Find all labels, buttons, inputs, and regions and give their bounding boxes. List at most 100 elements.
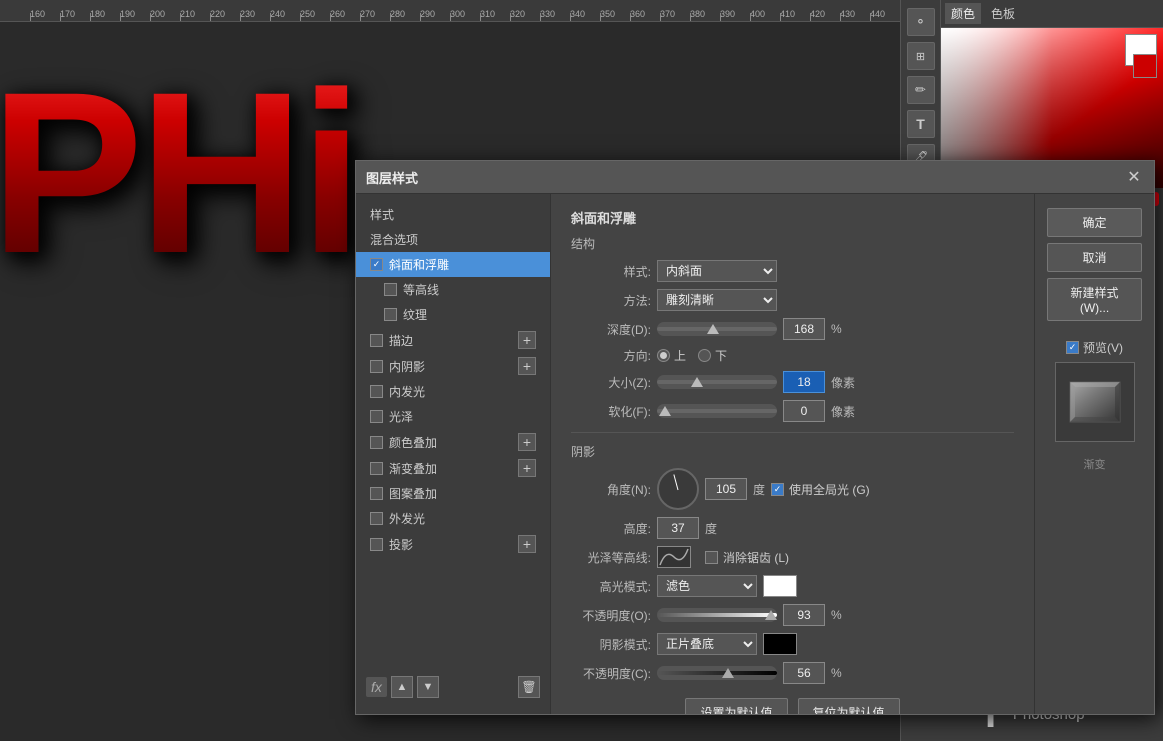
- gradient-overlay-plus-btn[interactable]: +: [518, 459, 536, 477]
- main-content: 斜面和浮雕 结构 样式: 内斜面 外斜面 浮雕效果 枕状浮雕 描边浮雕 方法: …: [551, 194, 1034, 714]
- texture-checkbox[interactable]: [384, 308, 397, 321]
- style-select[interactable]: 内斜面 外斜面 浮雕效果 枕状浮雕 描边浮雕: [657, 260, 777, 282]
- contour-checkbox[interactable]: [384, 283, 397, 296]
- new-style-button[interactable]: 新建样式(W)...: [1047, 278, 1142, 321]
- dialog-titlebar: 图层样式 ✕: [356, 161, 1154, 194]
- style-list-pattern-overlay[interactable]: 图案叠加: [356, 481, 550, 506]
- style-list-inner-glow[interactable]: 内发光: [356, 379, 550, 404]
- direction-radio-group: 上 下: [657, 347, 727, 364]
- highlight-opacity-input[interactable]: [783, 604, 825, 626]
- ruler-mark: 380: [690, 0, 720, 21]
- inner-shadow-plus-btn[interactable]: +: [518, 357, 536, 375]
- global-light-checkbox-item[interactable]: 使用全局光 (G): [771, 481, 870, 498]
- bevel-checkbox[interactable]: [370, 258, 383, 271]
- soften-input[interactable]: [783, 400, 825, 422]
- lasso-tool[interactable]: ⚬: [907, 8, 935, 36]
- style-list-drop-shadow[interactable]: 投影: [370, 536, 518, 553]
- style-list-texture[interactable]: 纹理: [356, 302, 550, 327]
- anti-alias-label: 消除锯齿 (L): [723, 549, 789, 566]
- depth-input[interactable]: [783, 318, 825, 340]
- crop-tool[interactable]: ⊞: [907, 42, 935, 70]
- gloss-contour-swatch[interactable]: [657, 546, 691, 568]
- altitude-input[interactable]: [657, 517, 699, 539]
- arrow-up-btn[interactable]: ▲: [391, 676, 413, 698]
- shadow-mode-select[interactable]: 正片叠底 正常 滤色: [657, 633, 757, 655]
- color-overlay-checkbox[interactable]: [370, 436, 383, 449]
- set-default-btn[interactable]: 设置为默认值: [685, 698, 787, 714]
- preview-box: [1055, 362, 1135, 442]
- direction-down-option[interactable]: 下: [698, 347, 727, 364]
- style-list-inner-shadow[interactable]: 内阴影: [370, 358, 518, 375]
- stroke-checkbox[interactable]: [370, 334, 383, 347]
- ruler-mark: 310: [480, 0, 510, 21]
- size-unit: 像素: [831, 374, 855, 391]
- preview-checkbox-item[interactable]: 预览(V): [1066, 339, 1123, 356]
- shadow-color-swatch[interactable]: [763, 633, 797, 655]
- direction-up-option[interactable]: 上: [657, 347, 686, 364]
- satin-checkbox[interactable]: [370, 410, 383, 423]
- style-list-satin[interactable]: 光泽: [356, 404, 550, 429]
- outer-glow-checkbox[interactable]: [370, 512, 383, 525]
- size-row: 大小(Z): 像素: [571, 371, 1014, 393]
- depth-slider[interactable]: [657, 322, 777, 336]
- ruler-mark: 170: [60, 0, 90, 21]
- style-list-gradient-overlay[interactable]: 渐变叠加: [370, 460, 518, 477]
- ruler-mark: 350: [600, 0, 630, 21]
- angle-dial[interactable]: [657, 468, 699, 510]
- method-select[interactable]: 雕刻清晰 平滑 雕刻柔和: [657, 289, 777, 311]
- direction-up-radio[interactable]: [657, 349, 670, 362]
- soften-slider[interactable]: [657, 404, 777, 418]
- inner-glow-checkbox[interactable]: [370, 385, 383, 398]
- color-tab[interactable]: 颜色: [945, 3, 981, 24]
- anti-alias-checkbox-item[interactable]: 消除锯齿 (L): [705, 549, 789, 566]
- angle-row: 角度(N): 度 使用全局光 (G): [571, 468, 1014, 510]
- pattern-overlay-checkbox[interactable]: [370, 487, 383, 500]
- altitude-unit: 度: [705, 520, 717, 537]
- style-list-blend-options[interactable]: 混合选项: [356, 227, 550, 252]
- stroke-plus-btn[interactable]: +: [518, 331, 536, 349]
- style-list-color-overlay[interactable]: 颜色叠加: [370, 434, 518, 451]
- angle-unit: 度: [753, 481, 765, 498]
- highlight-mode-select[interactable]: 滤色 正常 正片叠底: [657, 575, 757, 597]
- shadow-opacity-slider[interactable]: [657, 666, 777, 680]
- size-slider[interactable]: [657, 375, 777, 389]
- style-list-stroke[interactable]: 描边: [370, 332, 518, 349]
- cancel-button[interactable]: 取消: [1047, 243, 1142, 272]
- ruler-mark: 400: [750, 0, 780, 21]
- preview-checkbox[interactable]: [1066, 341, 1079, 354]
- gradient-overlay-checkbox[interactable]: [370, 462, 383, 475]
- highlight-opacity-label: 不透明度(O):: [571, 607, 651, 624]
- ok-button[interactable]: 确定: [1047, 208, 1142, 237]
- color-overlay-plus-btn[interactable]: +: [518, 433, 536, 451]
- drop-shadow-plus-btn[interactable]: +: [518, 535, 536, 553]
- anti-alias-checkbox[interactable]: [705, 551, 718, 564]
- shadow-mode-row: 阴影模式: 正片叠底 正常 滤色: [571, 633, 1014, 655]
- shadow-opacity-input[interactable]: [783, 662, 825, 684]
- ruler-mark: 290: [420, 0, 450, 21]
- global-light-checkbox[interactable]: [771, 483, 784, 496]
- dialog-close-button[interactable]: ✕: [1124, 167, 1144, 187]
- swatch-tab[interactable]: 色板: [985, 3, 1021, 24]
- ruler-mark: 230: [240, 0, 270, 21]
- inner-shadow-checkbox[interactable]: [370, 360, 383, 373]
- style-list-outer-glow[interactable]: 外发光: [356, 506, 550, 531]
- direction-down-radio[interactable]: [698, 349, 711, 362]
- ruler-mark: 160: [30, 0, 60, 21]
- style-list-bevel-emboss[interactable]: 斜面和浮雕: [356, 252, 550, 277]
- eraser-tool[interactable]: ✏: [907, 76, 935, 104]
- angle-input[interactable]: [705, 478, 747, 500]
- style-list-styles[interactable]: 样式: [356, 202, 550, 227]
- reset-default-btn[interactable]: 复位为默认值: [798, 698, 900, 714]
- highlight-opacity-unit: %: [831, 608, 842, 622]
- size-input[interactable]: [783, 371, 825, 393]
- drop-shadow-checkbox[interactable]: [370, 538, 383, 551]
- trash-btn[interactable]: 🗑: [518, 676, 540, 698]
- highlight-opacity-slider[interactable]: [657, 608, 777, 622]
- ruler-mark: 200: [150, 0, 180, 21]
- type-tool[interactable]: T: [907, 110, 935, 138]
- highlight-color-swatch[interactable]: [763, 575, 797, 597]
- gloss-contour-row: 光泽等高线: 消除锯齿 (L): [571, 546, 1014, 568]
- style-list-contour[interactable]: 等高线: [356, 277, 550, 302]
- arrow-down-btn[interactable]: ▼: [417, 676, 439, 698]
- ruler-mark: 280: [390, 0, 420, 21]
